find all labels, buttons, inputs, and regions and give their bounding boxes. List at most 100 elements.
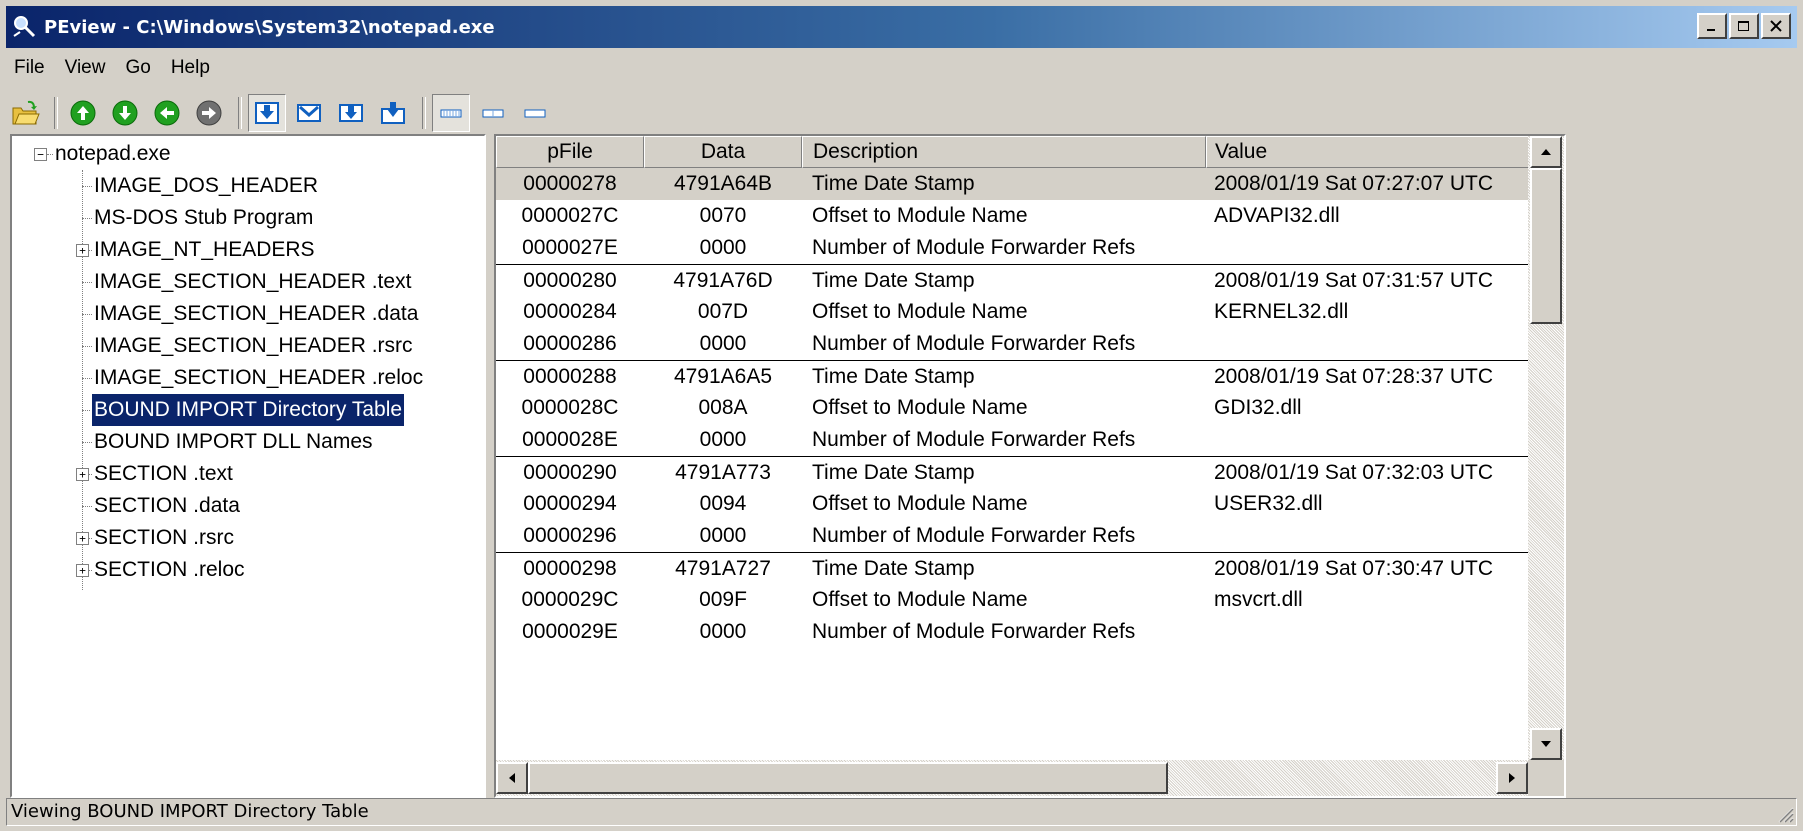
cell-pfile: 00000298 xyxy=(523,557,617,580)
tree-item-label: IMAGE_SECTION_HEADER .data xyxy=(94,302,419,325)
title-bar[interactable]: PEview - C:\Windows\System32\notepad.exe xyxy=(6,6,1797,48)
table-row[interactable]: 00000280 4791A76D Time Date Stamp 2008/01/1… xyxy=(496,264,1536,297)
tree-item-section-header-text[interactable]: IMAGE_SECTION_HEADER .text xyxy=(82,266,413,298)
column-header-description[interactable]: Description xyxy=(802,136,1206,168)
cell-data: 0000 xyxy=(699,332,747,355)
cell-description: Number of Module Forwarder Refs xyxy=(812,428,1136,451)
menu-view[interactable]: View xyxy=(55,57,116,79)
minimize-button[interactable] xyxy=(1697,13,1727,39)
tree-item-label: IMAGE_SECTION_HEADER .reloc xyxy=(94,366,424,389)
expand-icon[interactable]: + xyxy=(76,467,89,481)
cell-description: Number of Module Forwarder Refs xyxy=(812,524,1136,547)
close-button[interactable] xyxy=(1761,13,1791,39)
cell-data: 0000 xyxy=(699,236,747,259)
view-medium-icon[interactable] xyxy=(474,94,512,132)
tree-item-section-text[interactable]: + SECTION .text xyxy=(76,458,235,490)
table-row[interactable]: 0000027C 0070 Offset to Module Name ADVAPI3… xyxy=(496,200,1536,232)
tree-item-image-nt-headers[interactable]: + IMAGE_NT_HEADERS xyxy=(76,234,317,266)
tree-item-root[interactable]: − notepad.exe xyxy=(34,138,173,170)
vertical-scroll-thumb[interactable] xyxy=(1530,168,1562,324)
tree-item-section-reloc[interactable]: + SECTION .reloc xyxy=(76,554,247,586)
view-word-icon[interactable] xyxy=(290,94,328,132)
toolbar-separator xyxy=(422,97,426,129)
menu-go[interactable]: Go xyxy=(115,57,160,79)
collapse-icon[interactable]: − xyxy=(34,147,47,161)
menu-file[interactable]: File xyxy=(6,57,55,79)
scroll-down-button[interactable] xyxy=(1530,728,1562,760)
tree-item-label: BOUND IMPORT DLL Names xyxy=(94,430,373,453)
scroll-left-button[interactable] xyxy=(496,762,528,794)
table-row[interactable]: 0000028C 008A Offset to Module Name GDI32.d… xyxy=(496,392,1536,424)
cell-description: Time Date Stamp xyxy=(812,172,975,195)
toolbar-separator xyxy=(238,97,242,129)
tree-item-section-header-data[interactable]: IMAGE_SECTION_HEADER .data xyxy=(82,298,420,330)
tree-item-section-rsrc[interactable]: + SECTION .rsrc xyxy=(76,522,236,554)
column-header-pfile[interactable]: pFile xyxy=(496,136,644,168)
column-header-data[interactable]: Data xyxy=(644,136,802,168)
tree-item-label-selected: BOUND IMPORT Directory Table xyxy=(90,393,406,427)
vertical-scrollbar[interactable] xyxy=(1528,136,1564,760)
window-title: PEview - C:\Windows\System32\notepad.exe xyxy=(44,16,495,38)
table-row[interactable]: 0000027E 0000 Number of Module Forwarder R… xyxy=(496,232,1536,264)
details-list[interactable]: pFile Data Description Value 00000278 479… xyxy=(494,134,1566,798)
down-arrow-icon[interactable] xyxy=(106,94,144,132)
up-arrow-icon[interactable] xyxy=(64,94,102,132)
table-row[interactable]: 00000278 4791A64B Time Date Stamp 2008/01/1… xyxy=(496,168,1536,200)
horizontal-scrollbar[interactable] xyxy=(496,760,1528,796)
table-row[interactable]: 00000284 007D Offset to Module Name KERNEL3… xyxy=(496,296,1536,328)
tree-item-section-header-reloc[interactable]: IMAGE_SECTION_HEADER .reloc xyxy=(82,362,425,394)
tree-item-section-data[interactable]: SECTION .data xyxy=(82,490,242,522)
tree-item-section-header-rsrc[interactable]: IMAGE_SECTION_HEADER .rsrc xyxy=(82,330,415,362)
app-window: PEview - C:\Windows\System32\notepad.exe… xyxy=(0,0,1803,828)
expand-icon[interactable]: + xyxy=(76,531,89,545)
table-row[interactable]: 00000296 0000 Number of Module Forwarder R… xyxy=(496,520,1536,552)
expand-icon[interactable]: + xyxy=(76,563,89,577)
table-row[interactable]: 00000298 4791A727 Time Date Stamp 2008/01/1… xyxy=(496,552,1536,585)
scroll-right-button[interactable] xyxy=(1496,762,1528,794)
cell-pfile: 0000029C xyxy=(521,588,619,611)
forward-arrow-icon[interactable] xyxy=(190,94,228,132)
table-row[interactable]: 00000290 4791A773 Time Date Stamp 2008/01/1… xyxy=(496,456,1536,489)
resize-grip-icon[interactable] xyxy=(1774,803,1794,823)
cell-value xyxy=(1206,232,1536,264)
cell-pfile: 00000296 xyxy=(523,524,617,547)
maximize-button[interactable] xyxy=(1729,13,1759,39)
tree-view[interactable]: − notepad.exe IMAGE_DOS_HEADER MS-DOS St… xyxy=(10,134,486,798)
column-header-value[interactable]: Value xyxy=(1206,136,1536,168)
table-row[interactable]: 00000288 4791A6A5 Time Date Stamp 2008/01/1… xyxy=(496,360,1536,393)
tree-item-ms-dos-stub[interactable]: MS-DOS Stub Program xyxy=(82,202,315,234)
horizontal-scroll-thumb[interactable] xyxy=(528,762,1168,794)
cell-pfile: 00000288 xyxy=(523,365,617,388)
table-row[interactable]: 0000029E 0000 Number of Module Forwarder R… xyxy=(496,616,1536,648)
expand-icon[interactable]: + xyxy=(76,243,89,257)
table-row[interactable]: 00000286 0000 Number of Module Forwarder R… xyxy=(496,328,1536,360)
table-row[interactable]: 0000029C 009F Offset to Module Name msvcrt.… xyxy=(496,584,1536,616)
table-row[interactable]: 0000028E 0000 Number of Module Forwarder R… xyxy=(496,424,1536,456)
view-small-icon[interactable] xyxy=(516,94,554,132)
cell-data: 4791A773 xyxy=(675,461,771,484)
tree-item-image-dos-header[interactable]: IMAGE_DOS_HEADER xyxy=(82,170,320,202)
view-large-icon[interactable] xyxy=(432,94,470,132)
menu-help[interactable]: Help xyxy=(161,57,220,79)
cell-pfile: 00000280 xyxy=(523,269,617,292)
cell-value: msvcrt.dll xyxy=(1214,588,1303,611)
menu-bar: File View Go Help xyxy=(6,52,220,84)
cell-data: 008A xyxy=(698,396,748,419)
view-details-icon[interactable] xyxy=(374,94,412,132)
cell-value: 2008/01/19 Sat 07:27:07 UTC xyxy=(1214,172,1494,195)
caption-buttons xyxy=(1697,13,1791,39)
open-folder-icon[interactable] xyxy=(6,94,44,132)
cell-description: Number of Module Forwarder Refs xyxy=(812,236,1136,259)
cell-data: 0070 xyxy=(699,204,747,227)
tree-item-bound-import-dll-names[interactable]: BOUND IMPORT DLL Names xyxy=(82,426,375,458)
scroll-up-button[interactable] xyxy=(1530,136,1562,168)
back-arrow-icon[interactable] xyxy=(148,94,186,132)
cell-pfile: 0000027E xyxy=(522,236,618,259)
status-text: Viewing BOUND IMPORT Directory Table xyxy=(11,801,369,822)
tree-item-bound-import-directory-table[interactable]: BOUND IMPORT Directory Table xyxy=(82,393,406,427)
table-row[interactable]: 00000294 0094 Offset to Module Name USER32.… xyxy=(496,488,1536,520)
view-dword-icon[interactable] xyxy=(332,94,370,132)
view-byte-icon[interactable] xyxy=(248,94,286,132)
cell-value xyxy=(1206,520,1536,552)
cell-pfile: 0000027C xyxy=(521,204,619,227)
